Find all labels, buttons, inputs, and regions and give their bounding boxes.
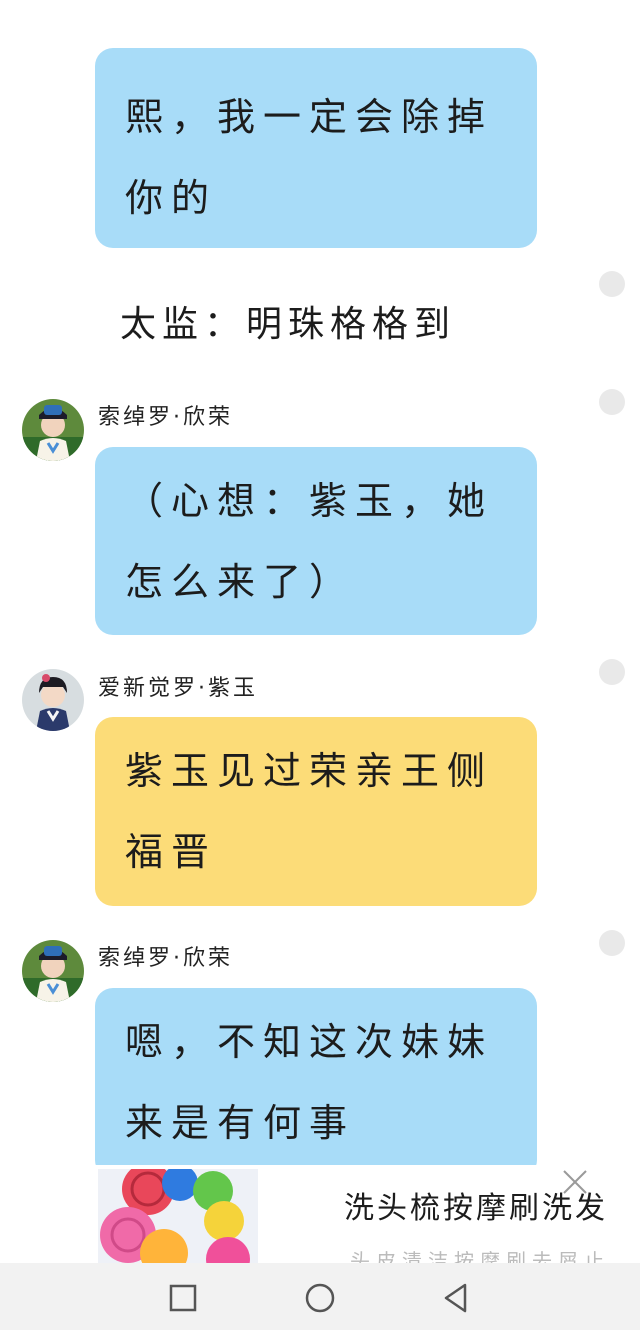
message-options-dot[interactable]	[599, 271, 625, 297]
recent-apps-icon[interactable]	[165, 1280, 201, 1316]
home-icon[interactable]	[302, 1280, 338, 1316]
message-bubble-3[interactable]: 紫玉见过荣亲王侧 福晋	[95, 717, 537, 906]
message-line: 紫玉见过荣亲王侧	[125, 749, 494, 793]
ad-subtitle: 头皮清洁按摩刷去屑止痒	[350, 1251, 610, 1263]
message-bubble-1[interactable]: 熙，我一定会除掉 你的	[95, 48, 537, 248]
avatar[interactable]	[22, 399, 84, 461]
ad-banner[interactable]: 洗头梳按摩刷洗发 头皮清洁按摩刷去屑止痒	[0, 1165, 640, 1263]
message-line: 你的	[125, 176, 218, 220]
avatar[interactable]	[22, 940, 84, 1002]
narration-text: 太监：明珠格格到	[120, 304, 457, 345]
message-line: 怎么来了）	[125, 560, 356, 604]
avatar[interactable]	[22, 669, 84, 731]
sender-name: 索绰罗·欣荣	[98, 946, 233, 971]
close-icon[interactable]	[562, 1169, 588, 1195]
message-options-dot[interactable]	[599, 930, 625, 956]
sender-name: 爱新觉罗·紫玉	[98, 676, 258, 701]
message-line: 来是有何事	[125, 1101, 356, 1145]
message-line: 熙，我一定会除掉	[125, 95, 494, 139]
sender-name: 索绰罗·欣荣	[98, 405, 233, 430]
message-options-dot[interactable]	[599, 389, 625, 415]
message-line: 福晋	[125, 830, 218, 874]
message-bubble-4[interactable]: 嗯，不知这次妹妹 来是有何事	[95, 988, 537, 1178]
message-line: 嗯，不知这次妹妹	[125, 1020, 494, 1064]
back-icon[interactable]	[438, 1280, 474, 1316]
ad-product-image[interactable]	[98, 1169, 258, 1263]
message-bubble-2[interactable]: （心想：紫玉，她 怎么来了）	[95, 447, 537, 635]
message-options-dot[interactable]	[599, 659, 625, 685]
navigation-bar	[0, 1263, 640, 1330]
message-line: （心想：紫玉，她	[125, 479, 494, 523]
